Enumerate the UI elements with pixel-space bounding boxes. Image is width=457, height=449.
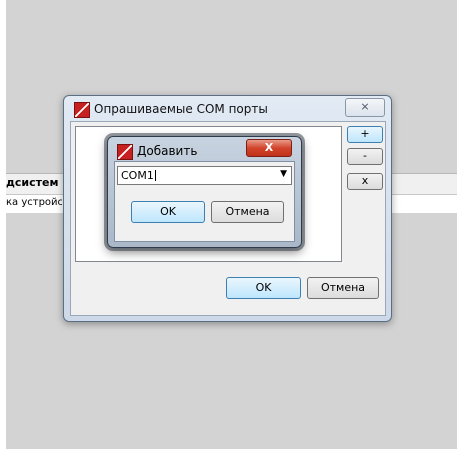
close-icon[interactable]: ⨯ (345, 98, 385, 117)
add-dialog-title: Добавить (137, 144, 198, 158)
background-row-text: ка устройст (6, 197, 62, 208)
port-combobox[interactable]: COM1 ▼ (117, 166, 292, 185)
add-dialog-client-area: COM1 ▼ OK Отмена (114, 161, 295, 242)
add-dialog: Добавить X COM1 ▼ OK Отмена (107, 136, 302, 248)
cancel-button[interactable]: Отмена (307, 277, 379, 299)
remove-port-button[interactable]: x (347, 173, 383, 190)
dropdown-arrow-icon[interactable]: ▼ (280, 169, 287, 179)
ok-button[interactable]: OK (226, 277, 301, 299)
dialog-title: Опрашиваемые COM порты (94, 102, 268, 116)
close-icon[interactable]: X (246, 139, 292, 157)
add-port-button[interactable]: + (347, 126, 383, 143)
combo-value: COM1 (121, 169, 156, 182)
background-column-header: дсистем (6, 176, 59, 189)
app-icon (117, 144, 133, 160)
add-cancel-button[interactable]: Отмена (211, 201, 284, 223)
app-icon (74, 102, 90, 118)
add-ok-button[interactable]: OK (131, 201, 205, 223)
minus-port-button[interactable]: - (347, 148, 383, 165)
